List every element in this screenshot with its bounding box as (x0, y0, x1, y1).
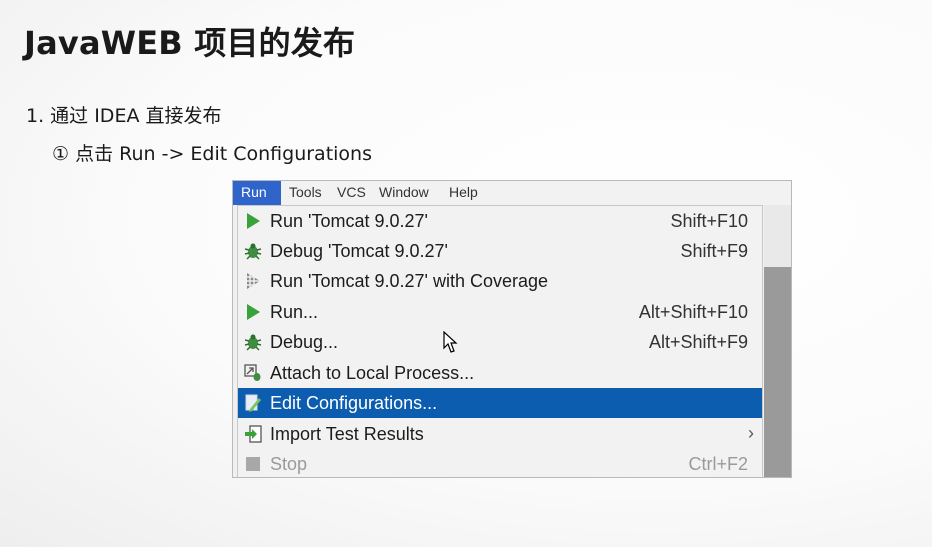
menu-item-run-with-coverage[interactable]: Run 'Tomcat 9.0.27' with Coverage (238, 266, 762, 296)
coverage-icon (247, 273, 260, 289)
menu-item-shortcut: Alt+Shift+F10 (638, 302, 748, 322)
slide-title: JavaWEB 项目的发布 (24, 24, 356, 62)
ide-screenshot: Run Tools VCS Window Help Run 'Tomcat 9.… (232, 180, 792, 478)
menubar-item-window[interactable]: Window (379, 184, 429, 200)
menu-item-label: Debug... (270, 332, 339, 352)
run-icon (247, 304, 260, 320)
menu-item-shortcut: Ctrl+F2 (688, 454, 748, 474)
menubar-item-run[interactable]: Run (241, 184, 267, 200)
import-icon (245, 425, 262, 443)
editor-gutter (764, 205, 791, 267)
menu-item-label: Import Test Results (270, 424, 424, 444)
menu-item-shortcut: Shift+F10 (670, 211, 748, 231)
menu-item-stop[interactable]: Stop Ctrl+F2 (238, 449, 762, 477)
menubar-item-vcs[interactable]: VCS (337, 184, 366, 200)
menu-item-debug-dialog[interactable]: Debug... Alt+Shift+F9 (238, 327, 762, 357)
mouse-cursor-icon (443, 331, 458, 353)
menu-item-label: Run 'Tomcat 9.0.27' with Coverage (270, 271, 549, 291)
menu-item-label: Attach to Local Process... (270, 363, 475, 383)
debug-icon (244, 334, 262, 351)
run-menu: Run 'Tomcat 9.0.27' Shift+F10 Debug 'Tom… (237, 205, 763, 477)
menu-item-debug-tomcat[interactable]: Debug 'Tomcat 9.0.27' Shift+F9 (238, 236, 762, 266)
menu-item-run-tomcat[interactable]: Run 'Tomcat 9.0.27' Shift+F10 (238, 206, 762, 236)
stop-icon (246, 457, 260, 471)
menu-item-shortcut: Alt+Shift+F9 (648, 332, 748, 352)
menu-item-edit-configurations[interactable]: Edit Configurations... (238, 388, 762, 418)
menubar-item-help[interactable]: Help (449, 184, 478, 200)
menu-item-run-dialog[interactable]: Run... Alt+Shift+F10 (238, 297, 762, 327)
step-1-text: 1. 通过 IDEA 直接发布 (26, 105, 222, 127)
submenu-arrow-icon: › (748, 423, 754, 443)
menu-item-attach-process[interactable]: Attach to Local Process... (238, 358, 762, 388)
menu-item-shortcut: Shift+F9 (680, 241, 748, 261)
editor-background (764, 267, 791, 477)
menu-item-import-test-results[interactable]: Import Test Results › (238, 419, 762, 449)
attach-icon (244, 364, 261, 381)
menu-item-label: Run 'Tomcat 9.0.27' (270, 211, 428, 231)
menu-item-label: Edit Configurations... (270, 393, 438, 413)
menubar-run-active[interactable]: Run (233, 181, 281, 205)
menu-item-label: Stop (270, 454, 308, 474)
debug-icon (244, 243, 262, 260)
step-2-text: ① 点击 Run -> Edit Configurations (52, 143, 372, 165)
menubar-item-tools[interactable]: Tools (289, 184, 322, 200)
menu-item-label: Run... (270, 302, 319, 322)
edit-config-icon (245, 394, 261, 412)
ide-menubar: Run Tools VCS Window Help (233, 181, 791, 205)
menu-item-label: Debug 'Tomcat 9.0.27' (270, 241, 448, 261)
run-icon (247, 213, 260, 229)
